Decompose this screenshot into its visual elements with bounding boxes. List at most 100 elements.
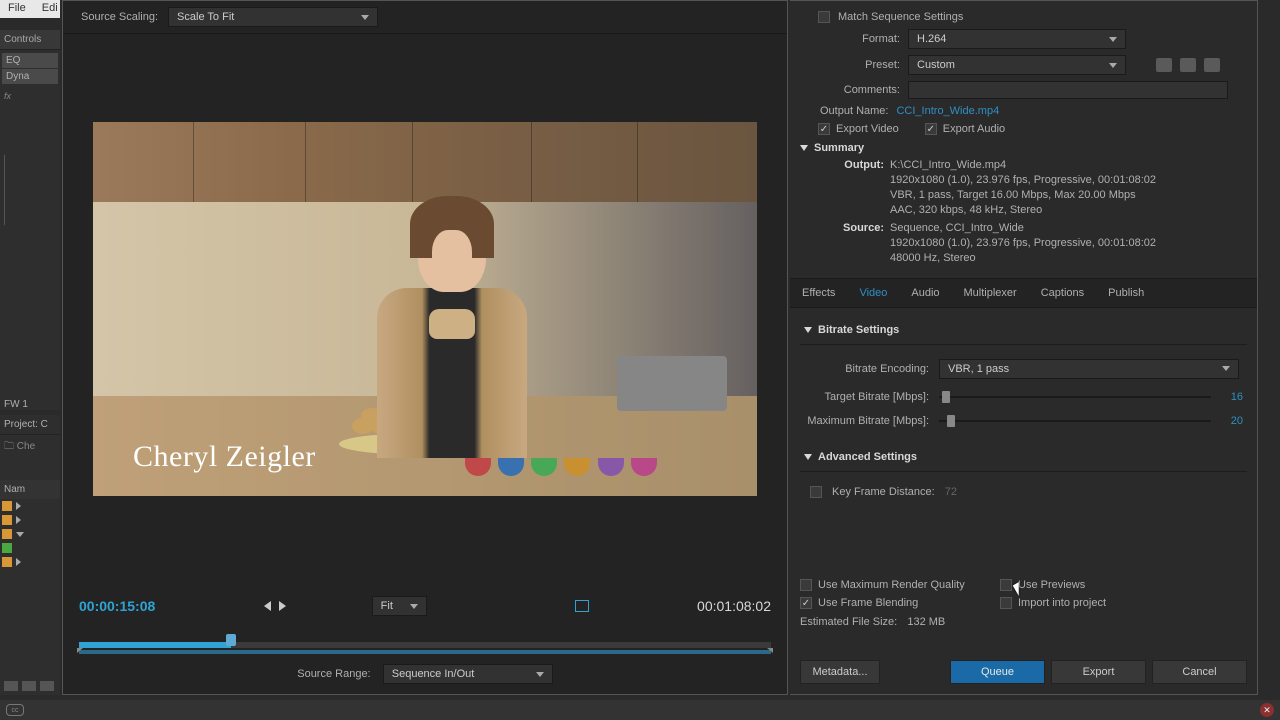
chevron-down-icon	[361, 15, 369, 20]
chevron-down-icon	[410, 604, 418, 609]
delete-preset-icon[interactable]	[1204, 58, 1220, 72]
preset-label: Preset:	[800, 59, 900, 71]
source-range-label: Source Range:	[297, 668, 370, 680]
estimated-size-value: 132 MB	[907, 616, 945, 628]
tab-video[interactable]: Video	[847, 279, 899, 307]
use-previews-checkbox[interactable]	[1000, 579, 1012, 591]
bin-row[interactable]	[0, 499, 60, 513]
match-sequence-checkbox[interactable]	[818, 11, 830, 23]
menu-edit[interactable]: Edi	[34, 0, 66, 18]
controls-tab[interactable]: Controls	[0, 30, 60, 50]
bitrate-section-header[interactable]: Bitrate Settings	[800, 316, 1247, 345]
keyframe-distance-checkbox[interactable]	[810, 486, 822, 498]
advanced-section-header[interactable]: Advanced Settings	[800, 443, 1247, 472]
export-audio-label: Export Audio	[943, 123, 1005, 135]
step-forward-icon[interactable]	[279, 601, 286, 611]
tab-audio[interactable]: Audio	[899, 279, 951, 307]
target-bitrate-slider[interactable]	[939, 396, 1211, 398]
format-label: Format:	[800, 33, 900, 45]
summary-output-label: Output:	[824, 158, 884, 217]
export-audio-checkbox[interactable]	[925, 123, 937, 135]
summary-source-text: Sequence, CCI_Intro_Wide 1920x1080 (1.0)…	[890, 221, 1247, 266]
panel-view-icons[interactable]	[4, 681, 54, 691]
video-preview[interactable]: Cheryl Zeigler	[93, 122, 757, 496]
folder-icon: 🗀	[4, 441, 14, 452]
chevron-down-icon	[1222, 366, 1230, 371]
bin-row[interactable]	[0, 513, 60, 527]
disclosure-triangle-icon	[800, 145, 808, 151]
in-point-marker[interactable]	[77, 648, 83, 653]
queue-button[interactable]: Queue	[950, 660, 1045, 684]
summary-source-label: Source:	[824, 221, 884, 266]
export-button[interactable]: Export	[1051, 660, 1146, 684]
menu-file[interactable]: File	[0, 0, 34, 18]
use-previews-label: Use Previews	[1018, 579, 1085, 591]
timeline-controls: 00:00:15:08 Fit 00:01:08:02	[79, 596, 771, 652]
disclosure-triangle-icon	[804, 327, 812, 333]
format-dropdown[interactable]: H.264	[908, 29, 1126, 49]
target-bitrate-label: Target Bitrate [Mbps]:	[804, 391, 929, 403]
creative-cloud-icon[interactable]: cc	[6, 704, 24, 716]
max-render-quality-label: Use Maximum Render Quality	[818, 579, 965, 591]
project-panel: Project: C 🗀 Che Nam	[0, 415, 60, 695]
effect-dynamics[interactable]: Dyna	[2, 69, 58, 84]
max-bitrate-value[interactable]: 20	[1221, 415, 1243, 427]
import-project-label: Import into project	[1018, 597, 1106, 609]
timecode-current[interactable]: 00:00:15:08	[79, 598, 155, 614]
import-preset-icon[interactable]	[1180, 58, 1196, 72]
output-name-link[interactable]: CCI_Intro_Wide.mp4	[896, 105, 999, 117]
max-render-quality-checkbox[interactable]	[800, 579, 812, 591]
settings-tabs: Effects Video Audio Multiplexer Captions…	[790, 278, 1257, 308]
keyframe-distance-label: Key Frame Distance:	[832, 486, 935, 498]
frame-blending-label: Use Frame Blending	[818, 597, 918, 609]
bitrate-encoding-dropdown[interactable]: VBR, 1 pass	[939, 359, 1239, 379]
effect-eq[interactable]: EQ	[2, 53, 58, 68]
disclosure-triangle-icon	[804, 454, 812, 460]
source-range-dropdown[interactable]: Sequence In/Out	[383, 664, 553, 684]
timecode-duration: 00:01:08:02	[697, 598, 771, 614]
import-project-checkbox[interactable]	[1000, 597, 1012, 609]
tab-multiplexer[interactable]: Multiplexer	[952, 279, 1029, 307]
bin-row[interactable]	[0, 555, 60, 569]
project-header: Project: C	[0, 415, 60, 435]
zoom-fit-dropdown[interactable]: Fit	[372, 596, 427, 616]
cancel-button[interactable]: Cancel	[1152, 660, 1247, 684]
step-back-icon[interactable]	[264, 601, 271, 611]
bitrate-encoding-label: Bitrate Encoding:	[804, 363, 929, 375]
summary-output-text: K:\CCI_Intro_Wide.mp4 1920x1080 (1.0), 2…	[890, 158, 1247, 217]
scrubber[interactable]	[79, 634, 771, 652]
statusbar: cc ✕	[0, 700, 1280, 720]
save-preset-icon[interactable]	[1156, 58, 1172, 72]
target-bitrate-value[interactable]: 16	[1221, 391, 1243, 403]
lower-third-name: Cheryl Zeigler	[133, 440, 316, 474]
menubar[interactable]: File Edi	[0, 0, 60, 18]
out-point-marker[interactable]	[767, 648, 773, 653]
comments-input[interactable]	[908, 81, 1228, 99]
match-sequence-label: Match Sequence Settings	[838, 11, 963, 23]
tab-captions[interactable]: Captions	[1029, 279, 1096, 307]
preset-dropdown[interactable]: Custom	[908, 55, 1126, 75]
fw-label: FW 1	[0, 395, 60, 414]
export-video-checkbox[interactable]	[818, 123, 830, 135]
close-icon[interactable]: ✕	[1260, 703, 1274, 717]
frame-blending-checkbox[interactable]	[800, 597, 812, 609]
tab-publish[interactable]: Publish	[1096, 279, 1156, 307]
summary-header[interactable]: Summary	[790, 138, 1257, 158]
max-bitrate-slider[interactable]	[939, 420, 1211, 422]
source-scaling-dropdown[interactable]: Scale To Fit	[168, 7, 378, 27]
chevron-down-icon	[1109, 63, 1117, 68]
crop-icon[interactable]	[575, 600, 589, 612]
name-column-header[interactable]: Nam	[0, 480, 60, 499]
tab-effects[interactable]: Effects	[790, 279, 847, 307]
playhead[interactable]	[226, 634, 236, 646]
export-video-label: Export Video	[836, 123, 899, 135]
bin-row[interactable]	[0, 541, 60, 555]
keyframe-distance-value: 72	[945, 486, 957, 498]
metadata-button[interactable]: Metadata...	[800, 660, 880, 684]
search-row[interactable]: 🗀 Che	[0, 435, 60, 460]
chevron-down-icon	[1109, 37, 1117, 42]
export-preview-panel: Source Scaling: Scale To Fit	[62, 0, 788, 695]
fx-label: fx	[0, 87, 60, 105]
bin-row[interactable]	[0, 527, 60, 541]
output-name-label: Output Name:	[820, 105, 888, 117]
